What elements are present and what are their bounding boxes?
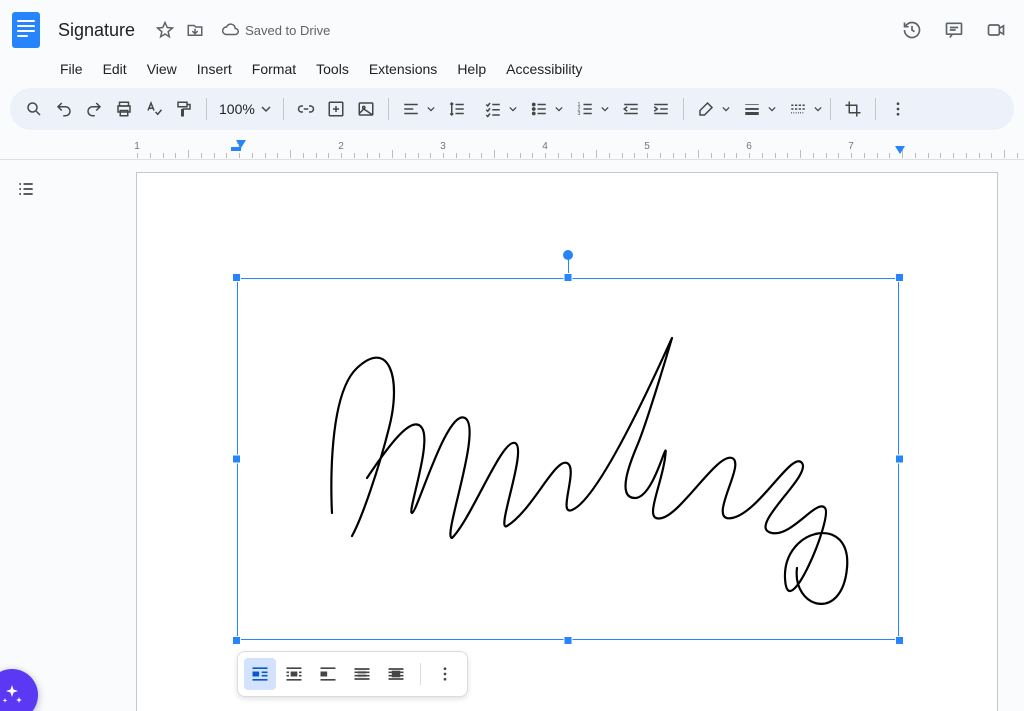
wrap-break-button[interactable] xyxy=(312,658,344,690)
menu-edit[interactable]: Edit xyxy=(93,57,137,81)
chevron-down-icon xyxy=(427,105,435,113)
workspace xyxy=(0,160,1024,711)
resize-handle-tm[interactable] xyxy=(564,273,573,282)
spellcheck-button[interactable] xyxy=(140,95,168,123)
resize-handle-tr[interactable] xyxy=(895,273,904,282)
border-dash-dropdown[interactable] xyxy=(784,95,812,123)
title-row: Signature Saved to Drive xyxy=(8,6,1016,54)
search-menus-button[interactable] xyxy=(20,95,48,123)
resize-handle-tl[interactable] xyxy=(232,273,241,282)
menu-tools[interactable]: Tools xyxy=(306,57,359,81)
star-icon[interactable] xyxy=(155,20,175,40)
wrap-more-button[interactable] xyxy=(429,658,461,690)
add-comment-button[interactable] xyxy=(322,95,350,123)
horizontal-ruler[interactable]: 11234567 xyxy=(0,138,1024,160)
wrap-inline-button[interactable] xyxy=(244,658,276,690)
drive-status[interactable]: Saved to Drive xyxy=(221,21,330,39)
google-docs-app: Signature Saved to Drive xyxy=(0,0,1024,711)
canvas xyxy=(52,160,1024,711)
comment-icon[interactable] xyxy=(944,20,964,40)
menu-help[interactable]: Help xyxy=(447,57,496,81)
selection-box xyxy=(237,278,899,640)
resize-handle-br[interactable] xyxy=(895,636,904,645)
zoom-value: 100% xyxy=(219,101,255,117)
crop-button[interactable] xyxy=(839,95,867,123)
paint-format-button[interactable] xyxy=(170,95,198,123)
wrap-behind-button[interactable] xyxy=(346,658,378,690)
document-title[interactable]: Signature xyxy=(52,18,141,43)
chevron-down-icon xyxy=(509,105,517,113)
checklist-dropdown[interactable] xyxy=(479,95,507,123)
line-spacing-button[interactable] xyxy=(443,95,471,123)
undo-button[interactable] xyxy=(50,95,78,123)
history-icon[interactable] xyxy=(902,20,922,40)
document-outline-button[interactable] xyxy=(11,174,41,204)
page xyxy=(136,172,998,711)
resize-handle-ml[interactable] xyxy=(232,455,241,464)
menu-extensions[interactable]: Extensions xyxy=(359,57,447,81)
border-color-dropdown[interactable] xyxy=(692,95,720,123)
move-icon[interactable] xyxy=(185,20,205,40)
menu-file[interactable]: File xyxy=(50,57,93,81)
header: Signature Saved to Drive xyxy=(0,0,1024,84)
border-weight-dropdown[interactable] xyxy=(738,95,766,123)
chevron-down-icon xyxy=(768,105,776,113)
menu-insert[interactable]: Insert xyxy=(187,57,242,81)
align-dropdown[interactable] xyxy=(397,95,425,123)
rotation-handle[interactable] xyxy=(563,250,573,260)
insert-image-button[interactable] xyxy=(352,95,380,123)
wrap-front-button[interactable] xyxy=(380,658,412,690)
resize-handle-bl[interactable] xyxy=(232,636,241,645)
left-indent-marker[interactable] xyxy=(236,140,246,151)
chevron-down-icon xyxy=(555,105,563,113)
menu-format[interactable]: Format xyxy=(242,57,306,81)
chevron-down-icon xyxy=(601,105,609,113)
svg-text:3: 3 xyxy=(577,111,580,117)
bulleted-list-dropdown[interactable] xyxy=(525,95,553,123)
menu-view[interactable]: View xyxy=(137,57,187,81)
left-rail xyxy=(0,160,52,711)
resize-handle-mr[interactable] xyxy=(895,455,904,464)
image-wrap-toolbar xyxy=(237,651,468,697)
insert-link-button[interactable] xyxy=(292,95,320,123)
resize-handle-bm[interactable] xyxy=(564,636,573,645)
decrease-indent-button[interactable] xyxy=(617,95,645,123)
meet-icon[interactable] xyxy=(986,20,1006,40)
selected-drawing[interactable] xyxy=(237,278,899,640)
wrap-text-button[interactable] xyxy=(278,658,310,690)
drive-status-text: Saved to Drive xyxy=(245,23,330,38)
chevron-down-icon xyxy=(261,104,271,114)
more-button[interactable] xyxy=(884,95,912,123)
zoom-dropdown[interactable]: 100% xyxy=(215,101,275,117)
right-indent-marker[interactable] xyxy=(895,146,905,154)
docs-logo[interactable] xyxy=(8,6,44,54)
toolbar: 100% 123 xyxy=(10,88,1014,130)
cloud-icon xyxy=(221,21,239,39)
menu-accessibility[interactable]: Accessibility xyxy=(496,57,592,81)
menu-bar: File Edit View Insert Format Tools Exten… xyxy=(8,54,1016,84)
chevron-down-icon xyxy=(814,105,822,113)
redo-button[interactable] xyxy=(80,95,108,123)
increase-indent-button[interactable] xyxy=(647,95,675,123)
print-button[interactable] xyxy=(110,95,138,123)
numbered-list-dropdown[interactable]: 123 xyxy=(571,95,599,123)
chevron-down-icon xyxy=(722,105,730,113)
